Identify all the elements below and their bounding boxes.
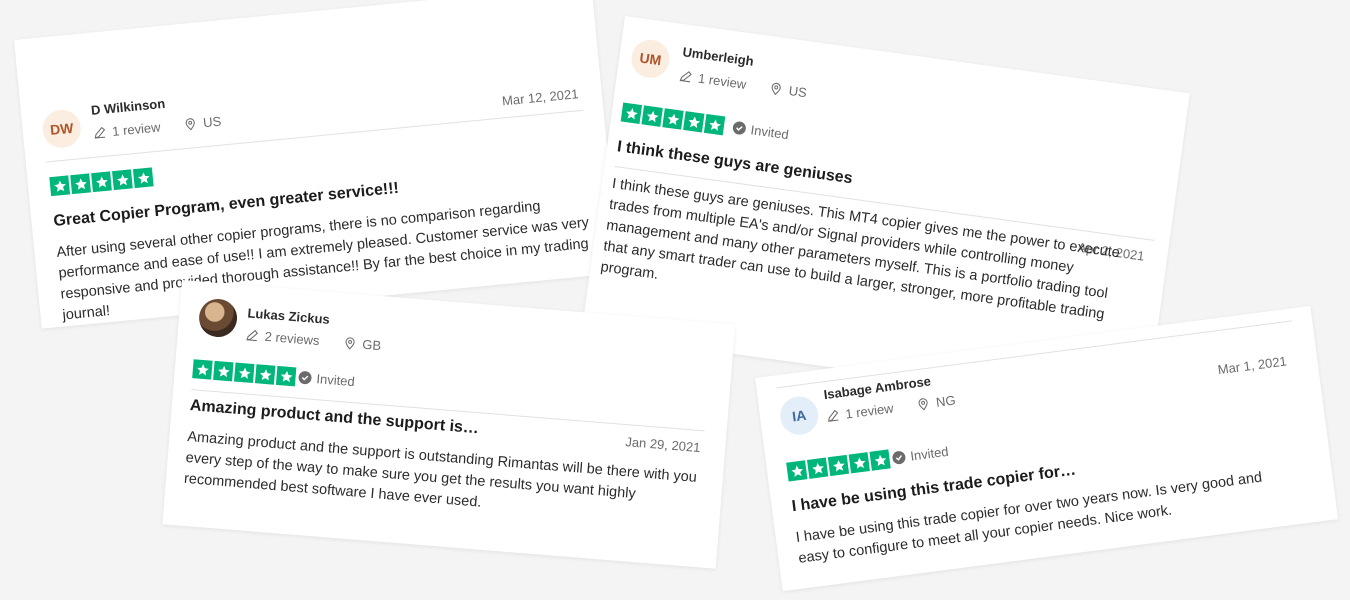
reviewer-name[interactable]: D Wilkinson: [90, 96, 165, 118]
star-rating: [49, 167, 154, 197]
star-icon: [662, 108, 684, 130]
star-rating: [786, 449, 891, 482]
star-icon: [869, 449, 891, 471]
star-icon: [703, 113, 726, 136]
star-icon: [254, 364, 276, 385]
pencil-icon: [246, 329, 259, 342]
star-icon: [827, 454, 850, 477]
star-icon: [49, 175, 71, 197]
review-count: 1 review: [844, 400, 895, 422]
reviewer-meta: 1 review US: [678, 68, 808, 101]
reviewer-meta: 2 reviews GB: [245, 327, 382, 354]
avatar: IA: [777, 394, 821, 437]
star-icon: [213, 360, 234, 382]
invited-badge: Invited: [298, 370, 355, 389]
reviewer-meta: 1 review US: [93, 114, 222, 141]
reviewer-name[interactable]: Lukas Zickus: [247, 305, 330, 327]
invited-badge: Invited: [891, 444, 949, 466]
star-icon: [192, 359, 213, 380]
star-icon: [620, 102, 643, 124]
review-card-d-wilkinson: DW D Wilkinson 1 review US Mar 12, 2021 …: [14, 0, 620, 329]
star-rating: [620, 102, 726, 136]
location-pin-icon: [772, 82, 782, 96]
star-icon: [848, 452, 870, 474]
avatar: DW: [41, 108, 83, 150]
star-icon: [641, 105, 663, 127]
star-icon: [275, 365, 297, 387]
location-pin-icon: [918, 398, 929, 411]
location-pin-icon: [345, 337, 355, 350]
pencil-icon: [679, 71, 692, 83]
star-rating: [192, 359, 297, 387]
star-icon: [70, 173, 91, 195]
star-icon: [132, 167, 154, 189]
invited-badge: Invited: [732, 120, 790, 142]
reviewer-name[interactable]: Umberleigh: [682, 44, 755, 69]
pencil-icon: [828, 409, 839, 423]
avatar: [197, 297, 239, 339]
review-count: 2 reviews: [264, 328, 321, 349]
check-icon: [891, 450, 907, 465]
review-date: Mar 12, 2021: [501, 86, 580, 109]
review-date: Mar 1, 2021: [1216, 353, 1288, 378]
check-icon: [732, 120, 747, 136]
reviewer-country: NG: [935, 392, 957, 410]
star-icon: [806, 457, 829, 479]
review-card-lukas-zickus: Lukas Zickus 2 reviews GB Invited Amazin…: [162, 280, 736, 569]
review-date: Jan 29, 2021: [624, 434, 702, 456]
review-count: 1 review: [111, 119, 162, 139]
star-icon: [112, 169, 133, 191]
avatar: UM: [629, 37, 672, 81]
location-pin-icon: [186, 118, 196, 131]
review-body: Amazing product and the support is outst…: [183, 428, 698, 511]
reviewer-country: GB: [361, 336, 382, 354]
star-icon: [91, 171, 112, 193]
reviewer-country: US: [787, 82, 808, 101]
star-icon: [234, 362, 255, 384]
star-icon: [786, 460, 808, 482]
review-count: 1 review: [697, 70, 748, 93]
pencil-icon: [94, 126, 106, 139]
reviewer-country: US: [202, 113, 222, 131]
star-icon: [683, 111, 705, 133]
check-icon: [298, 370, 313, 385]
